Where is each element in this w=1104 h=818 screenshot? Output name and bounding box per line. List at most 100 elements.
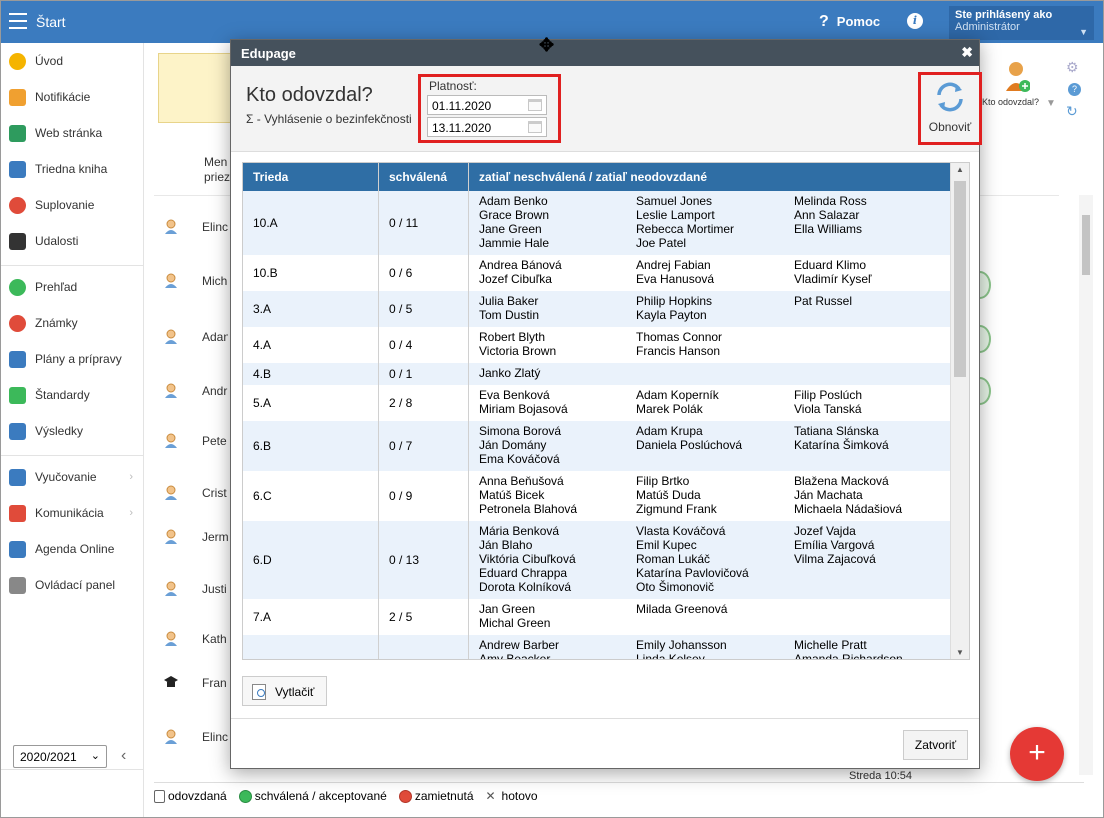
shield-icon (9, 386, 26, 404)
student-name: Rebecca Mortimer (636, 222, 735, 236)
table-row[interactable]: 3.A 0 / 5 Julia Baker Tom Dustin Philip Hopk… (243, 291, 950, 327)
background-row[interactable]: Jerm Bens (164, 529, 228, 545)
sidebar-item-13[interactable]: Komunikácia › (9, 503, 139, 523)
table-row[interactable]: 10.B 0 / 6 Andrea Bánová Jozef Cibuľka Andre… (243, 255, 950, 291)
names-column: Adam Krupa Daniela Poslúchová (636, 424, 742, 452)
chevron-right-icon: › (129, 471, 133, 483)
sidebar-item-2[interactable]: Notifikácie (9, 87, 139, 107)
student-name: Filip Brtko (636, 474, 690, 488)
school-year-select[interactable]: 2020/2021 ⌄ (13, 745, 107, 768)
student-name: Vilma Zajacová (794, 552, 876, 566)
student-name: Daniela Poslúchová (636, 438, 743, 452)
gear-icon (9, 576, 26, 594)
help-button[interactable]: ? Pomoc (819, 13, 880, 31)
background-row[interactable]: Crist (164, 485, 228, 501)
sidebar-item-4[interactable]: Triedna kniha (9, 159, 139, 179)
kto-odovzdal-label[interactable]: Kto odovzdal? (982, 97, 1039, 107)
sidebar-item-11[interactable]: Výsledky (9, 421, 139, 441)
sidebar-item-12[interactable]: Vyučovanie › (9, 467, 139, 487)
student-name: Filip Poslúch (794, 388, 863, 402)
student-name: Kayla Payton (636, 308, 707, 322)
background-row[interactable]: Pete (164, 433, 228, 449)
person-icon (164, 485, 178, 501)
sidebar-item-7[interactable]: Prehľad (9, 277, 139, 297)
sidebar-item-1[interactable]: Úvod (9, 51, 139, 71)
user-menu[interactable]: Ste prihlásený ako Administrátor ▼ (949, 6, 1094, 40)
table-row[interactable]: 6.C 0 / 9 Anna Beňušová Matúš Bicek Petronel… (243, 471, 950, 521)
page-scrollbar[interactable] (1079, 195, 1093, 775)
table-row[interactable]: Andrew Barber Amy Beacker Emily Johansson L… (243, 635, 950, 659)
table-row[interactable]: 10.A 0 / 11 Adam Benko Grace Brown Jane Gree… (243, 191, 950, 255)
student-name: Jozef Cibuľka (479, 272, 552, 286)
app-title[interactable]: Štart (36, 14, 66, 30)
hamburger-menu-icon[interactable] (9, 13, 27, 29)
sidebar-item-label: Prehľad (35, 280, 78, 294)
sidebar-item-15[interactable]: Ovládací panel (9, 575, 139, 595)
sidebar-item-label: Vyučovanie (35, 470, 97, 484)
dropdown-arrow-icon[interactable]: ▼ (1046, 98, 1056, 109)
names-column: Adam Koperník Marek Polák (636, 388, 719, 416)
sidebar-item-9[interactable]: Plány a prípravy (9, 349, 139, 369)
background-row[interactable]: Elinc (164, 219, 228, 235)
user-add-icon[interactable] (1004, 59, 1030, 95)
sidebar-item-10[interactable]: Štandardy (9, 385, 139, 405)
person-icon (164, 273, 178, 289)
row-name: Pete (202, 434, 227, 448)
table-row[interactable]: 5.A 2 / 8 Eva Benková Miriam Bojasová Adam K… (243, 385, 950, 421)
calendar-icon[interactable] (528, 121, 542, 133)
date-to-input[interactable]: 13.11.2020 (427, 117, 547, 137)
close-button[interactable]: Zatvoriť (903, 730, 968, 760)
student-name: Philip Hopkins (636, 294, 713, 308)
background-row[interactable]: Fran Školn (164, 675, 228, 691)
gear-icon[interactable]: ⚙ (1066, 59, 1079, 76)
names-column: Adam Benko Grace Brown Jane Green Jammie Ha… (479, 194, 549, 250)
sidebar-item-6[interactable]: Udalosti (9, 231, 139, 251)
help-circle-icon[interactable]: ? (1068, 83, 1081, 96)
move-icon[interactable]: ✥ (539, 35, 554, 56)
dialog-header: Kto odovzdal? Σ - Vyhlásenie o bezinfekč… (231, 66, 982, 152)
student-name: Ján Domány (479, 438, 547, 452)
person-icon (164, 383, 178, 399)
sidebar-item-label: Výsledky (35, 424, 84, 438)
sidebar-item-5[interactable]: Suplovanie (9, 195, 139, 215)
refresh-small-icon[interactable]: ↻ (1066, 103, 1078, 120)
approved-cell: 2 / 5 (389, 610, 413, 624)
background-row[interactable]: Andr (164, 383, 228, 399)
table-row[interactable]: 6.B 0 / 7 Simona Borová Ján Domány Ema Kováč… (243, 421, 950, 471)
dialog-titlebar[interactable]: Edupage ✖ ✥ (231, 35, 979, 66)
names-column: Filip Poslúch Viola Tanská (794, 388, 862, 416)
star-icon (9, 52, 26, 70)
sidebar-item-14[interactable]: Agenda Online (9, 539, 139, 559)
table-row[interactable]: 6.D 0 / 13 Mária Benková Ján Blaho Viktória … (243, 521, 950, 599)
close-icon[interactable]: ✖ (961, 44, 973, 61)
names-column: Mária Benková Ján Blaho Viktória Cibuľková… (479, 524, 576, 594)
class-cell: 10.A (253, 216, 278, 230)
student-name: Viktória Cibuľková (479, 552, 576, 566)
refresh-button[interactable]: Obnoviť (918, 72, 982, 145)
col-pending[interactable]: zatiaľ neschválená / zatiaľ neodovzdané (479, 170, 707, 184)
student-name: Michaela Nádašiová (794, 502, 903, 516)
date-from-input[interactable]: 01.11.2020 (427, 95, 547, 115)
student-name: Jan Green (479, 602, 536, 616)
table-row[interactable]: 7.A 2 / 5 Jan Green Michal Green Milada Gree… (243, 599, 950, 635)
row-name: Crist (202, 486, 227, 500)
col-class[interactable]: Trieda (253, 170, 288, 184)
background-row[interactable]: Adan (164, 329, 228, 345)
background-row[interactable]: Kath (164, 631, 228, 647)
calendar-icon[interactable] (528, 99, 542, 111)
background-row[interactable]: Mich Kone (164, 273, 228, 289)
background-row[interactable]: Elinc (164, 729, 228, 745)
approved-cell: 0 / 9 (389, 489, 413, 503)
table-scrollbar[interactable]: ▲ ▼ (950, 163, 969, 659)
table-row[interactable]: 4.B 0 / 1 Janko Zlatý (243, 363, 950, 385)
collapse-sidebar-icon[interactable]: ‹ (121, 747, 126, 765)
info-icon[interactable]: i (907, 13, 923, 29)
sidebar-item-8[interactable]: Známky (9, 313, 139, 333)
legend-submitted: odovzdaná (154, 789, 227, 804)
col-approved[interactable]: schválená (389, 170, 447, 184)
sidebar-item-3[interactable]: Web stránka (9, 123, 139, 143)
add-fab-button[interactable]: + (1010, 727, 1064, 781)
table-row[interactable]: 4.A 0 / 4 Robert Blyth Victoria Brown Thomas… (243, 327, 950, 363)
print-button[interactable]: Vytlačiť (242, 676, 327, 706)
background-row[interactable]: Justi (164, 581, 228, 597)
